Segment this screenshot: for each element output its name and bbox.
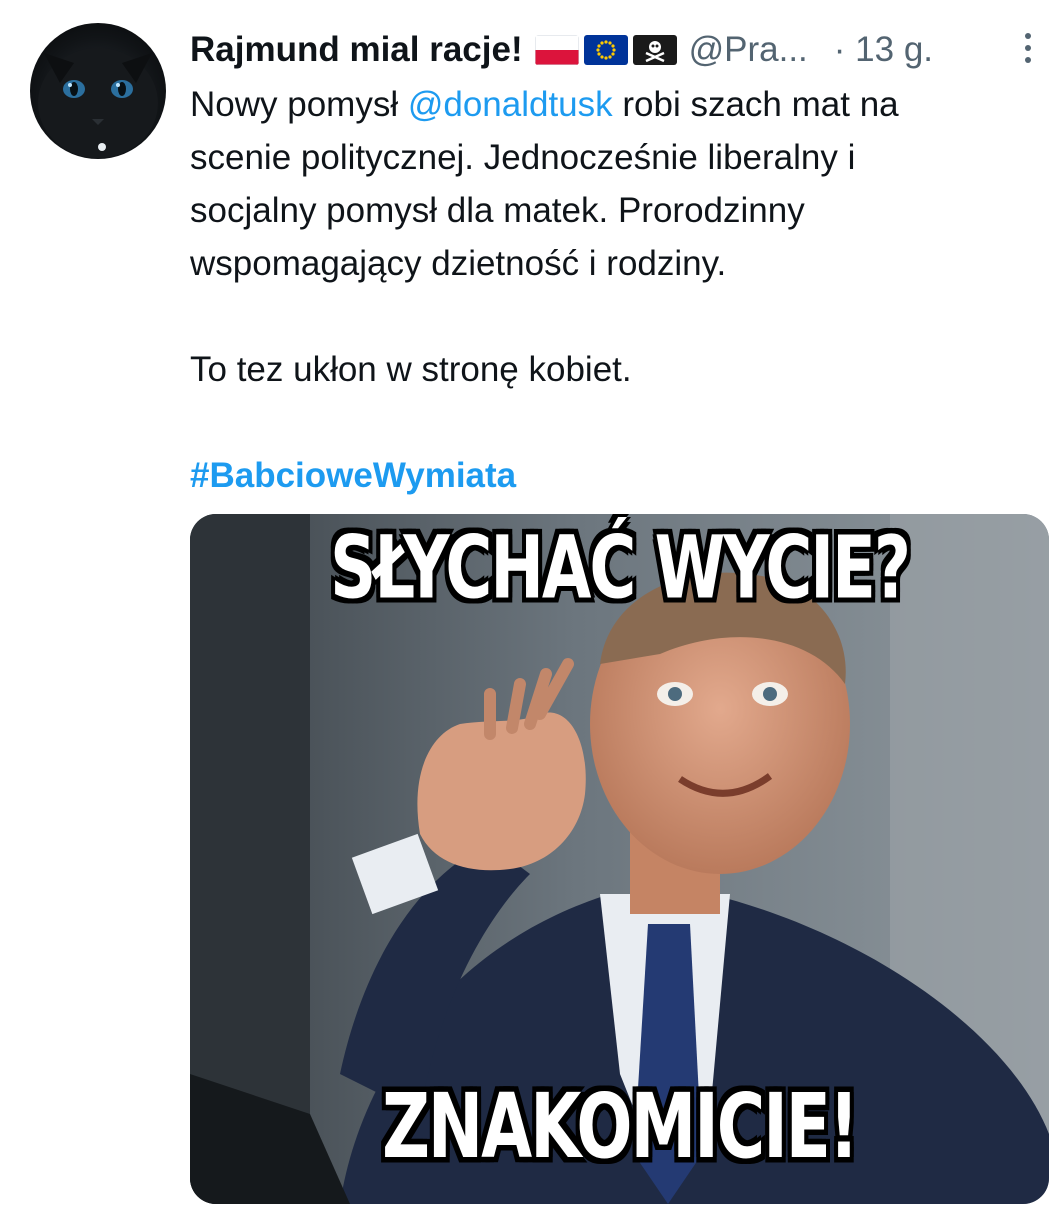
tweet-line-4: wspomagający dzietność i rodziny.: [190, 244, 727, 283]
tweet-line-3: socjalny pomysł dla matek. Prorodzinny: [190, 191, 805, 230]
more-vertical-icon[interactable]: [1014, 26, 1042, 70]
tweet-line-1: Nowy pomysł @donaldtusk robi szach mat n…: [190, 85, 899, 124]
user-handle[interactable]: @Pra...: [689, 30, 808, 70]
meme-top-caption: SŁYCHAĆ WYCIE?: [330, 519, 911, 619]
tweet-header: Rajmund mial racje! @Pra... · 13 g.: [190, 22, 1040, 78]
cat-avatar-image: [38, 48, 158, 158]
tweet[interactable]: Rajmund mial racje! @Pra... · 13 g. Nowy…: [0, 0, 1062, 1219]
eu-flag-icon: [583, 35, 628, 65]
tweet-media-image[interactable]: SŁYCHAĆ WYCIE? ZNAKOMICIE!: [190, 514, 1049, 1204]
mention-link[interactable]: @donaldtusk: [408, 85, 613, 124]
name-flags: [534, 35, 677, 65]
timestamp[interactable]: · 13 g.: [834, 30, 933, 70]
tweet-line-2: scenie politycznej. Jednocześnie liberal…: [190, 138, 856, 177]
display-name[interactable]: Rajmund mial racje!: [190, 30, 523, 70]
avatar[interactable]: [30, 23, 166, 159]
meme-bottom-caption: ZNAKOMICIE!: [382, 1074, 859, 1179]
tweet-text: Nowy pomysł @donaldtusk robi szach mat n…: [190, 78, 1040, 502]
tweet-paragraph-2: To tez ukłon w stronę kobiet.: [190, 350, 632, 389]
poland-flag-icon: [534, 35, 579, 65]
hashtag-link[interactable]: #BabcioweWymiata: [190, 456, 516, 495]
pirate-flag-icon: [632, 35, 677, 65]
